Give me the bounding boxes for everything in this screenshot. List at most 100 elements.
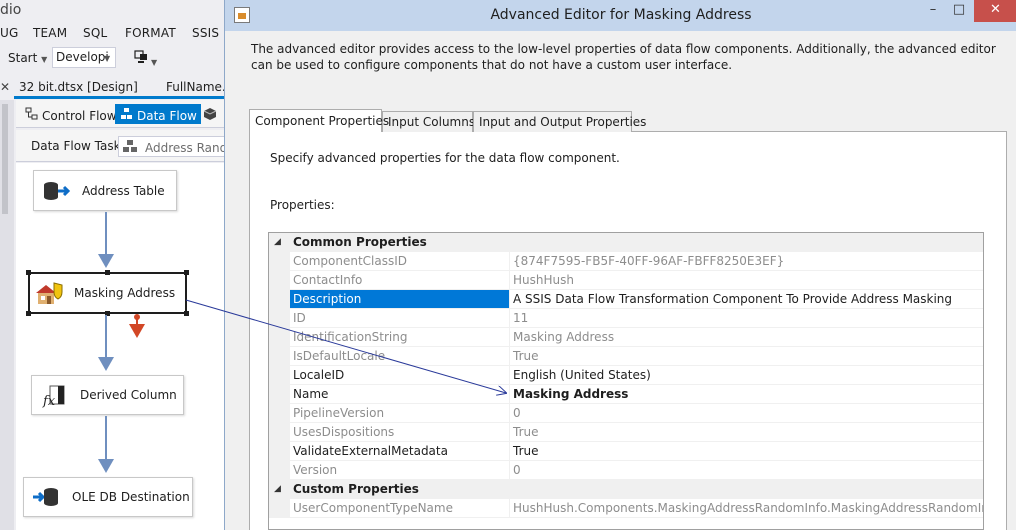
property-name: Version [290,461,509,480]
property-row-name[interactable]: Name Masking Address [269,385,983,404]
node-oledb-destination[interactable]: OLE DB Destination [23,477,193,517]
category-custom-label: Custom Properties [293,482,419,496]
close-icon: ✕ [990,2,1001,17]
node-masking-address[interactable]: Masking Address [28,272,187,314]
start-label: Start [8,51,38,65]
attach-process-icon[interactable] [132,48,150,66]
property-value[interactable]: A SSIS Data Flow Transformation Componen… [509,290,983,309]
vs-title-fragment: dio [0,2,22,18]
specify-text: Specify advanced properties for the data… [270,151,620,165]
visual-studio-window: dio UG TEAM SQL FORMAT SSIS Start ▼ Deve… [0,0,230,530]
property-row-contactinfo[interactable]: ContactInfo HushHush [269,271,983,290]
resize-handle-n[interactable] [105,270,110,275]
property-value: Masking Address [509,328,983,347]
property-row-isdefaultlocale[interactable]: IsDefaultLocale True [269,347,983,366]
tab-data-flow[interactable]: Data Flow [115,104,201,124]
property-name: Description [290,290,509,309]
chevron-down-icon[interactable]: ▼ [104,54,110,63]
property-row-identificationstring[interactable]: IdentificationString Masking Address [269,328,983,347]
dialog-description: The advanced editor provides access to t… [251,42,996,72]
property-name: LocaleID [290,366,509,385]
property-name: IdentificationString [290,328,509,347]
collapse-triangle-icon[interactable]: ◢ [274,484,281,494]
resize-handle-se[interactable] [184,311,189,316]
tab-input-output-properties[interactable]: Input and Output Properties [473,111,646,132]
tab-component-properties[interactable]: Component Properties [249,109,389,132]
property-value: True [509,347,983,366]
property-name: PipelineVersion [290,404,509,423]
property-row-usercomponenttypename[interactable]: UserComponentTypeName HushHush.Component… [269,499,983,518]
property-value: 0 [509,404,983,423]
start-button[interactable]: Start ▼ [8,51,47,65]
data-flow-task-value: Address Randon [145,141,229,155]
property-value[interactable]: True [509,442,983,461]
property-row-validateexternalmetadata[interactable]: ValidateExternalMetadata True [269,442,983,461]
data-flow-task-combo[interactable]: Address Randon [118,136,230,157]
parameters-tab-icon[interactable] [202,107,218,121]
menu-sql[interactable]: SQL [83,26,107,40]
resize-handle-ne[interactable] [184,270,189,275]
property-name: ValidateExternalMetadata [290,442,509,461]
maximize-button[interactable]: □ [946,0,972,22]
menu-team[interactable]: TEAM [33,26,67,40]
property-name: ContactInfo [290,271,509,290]
resize-handle-sw[interactable] [26,311,31,316]
category-common-properties[interactable]: ◢ Common Properties [269,233,983,252]
property-row-id[interactable]: ID 11 [269,309,983,328]
property-name: ID [290,309,509,328]
property-row-usesdispositions[interactable]: UsesDispositions True [269,423,983,442]
data-flow-icon [119,107,133,123]
property-row-description[interactable]: Description A SSIS Data Flow Transformat… [269,290,983,309]
ado-source-icon [42,180,72,202]
doc-tab-fullname[interactable]: FullName.c [166,80,230,94]
node-derived-column-label: Derived Column [80,388,177,402]
toolbox-scroll-thumb[interactable] [2,104,8,214]
close-icon[interactable]: ✕ [0,80,10,94]
property-name: IsDefaultLocale [290,347,509,366]
minimize-button[interactable]: – [920,0,946,22]
property-value[interactable]: English (United States) [509,366,983,385]
advanced-editor-dialog: Advanced Editor for Masking Address – □ … [224,0,1016,530]
svg-text:fx: fx [42,394,56,408]
data-flow-task-label: Data Flow Task: [31,139,125,153]
masking-address-icon [34,282,64,304]
menu-format[interactable]: FORMAT [125,26,176,40]
resize-handle-nw[interactable] [26,270,31,275]
menu-debug[interactable]: UG [0,26,18,40]
data-flow-task-icon [123,140,137,155]
property-row-pipelineversion[interactable]: PipelineVersion 0 [269,404,983,423]
collapse-triangle-icon[interactable]: ◢ [274,237,281,247]
property-grid[interactable]: ◢ Common Properties ComponentClassID {87… [268,232,984,530]
node-derived-column[interactable]: fx Derived Column [31,375,184,415]
node-oledb-destination-label: OLE DB Destination [72,490,190,504]
node-address-table[interactable]: Address Table [33,170,177,211]
tab-input-columns[interactable]: Input Columns [382,111,475,132]
close-button[interactable]: ✕ [974,0,1016,22]
oledb-destination-icon [32,486,62,508]
property-name: UserComponentTypeName [290,499,509,518]
property-value: HushHush.Components.MaskingAddressRandom… [509,499,983,518]
solution-config-value: Developi [56,50,109,64]
property-value: True [509,423,983,442]
control-flow-icon [24,107,38,123]
maximize-icon: □ [952,2,966,17]
node-address-table-label: Address Table [82,183,165,198]
chevron-down-icon[interactable]: ▼ [151,58,157,67]
properties-label: Properties: [270,198,335,212]
property-row-localeid[interactable]: LocaleID English (United States) [269,366,983,385]
dialog-title: Advanced Editor for Masking Address [490,7,752,23]
property-name: Name [290,385,509,404]
menu-ssis[interactable]: SSIS [192,26,219,40]
doc-tab-package-design[interactable]: 32 bit.dtsx [Design] [19,80,138,94]
chevron-down-icon: ▼ [41,55,48,64]
property-row-componentclassid[interactable]: ComponentClassID {874F7595-FB5F-40FF-96A… [269,252,983,271]
property-value: 11 [509,309,983,328]
property-value: HushHush [509,271,983,290]
derived-column-icon: fx [40,384,70,409]
property-row-version[interactable]: Version 0 [269,461,983,480]
tab-control-flow[interactable]: Control Flow [20,104,121,124]
property-value[interactable]: Masking Address [509,385,983,404]
category-custom-properties[interactable]: ◢ Custom Properties [269,480,983,499]
resize-handle-s[interactable] [105,311,110,316]
data-flow-canvas[interactable] [16,163,230,530]
